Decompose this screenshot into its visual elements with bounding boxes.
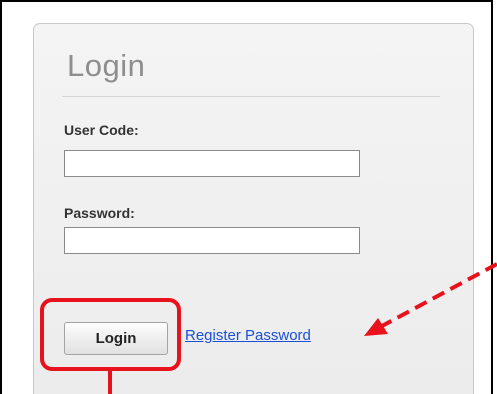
dashed-arrow-icon [364, 262, 497, 336]
annotation-overlay [108, 262, 497, 394]
